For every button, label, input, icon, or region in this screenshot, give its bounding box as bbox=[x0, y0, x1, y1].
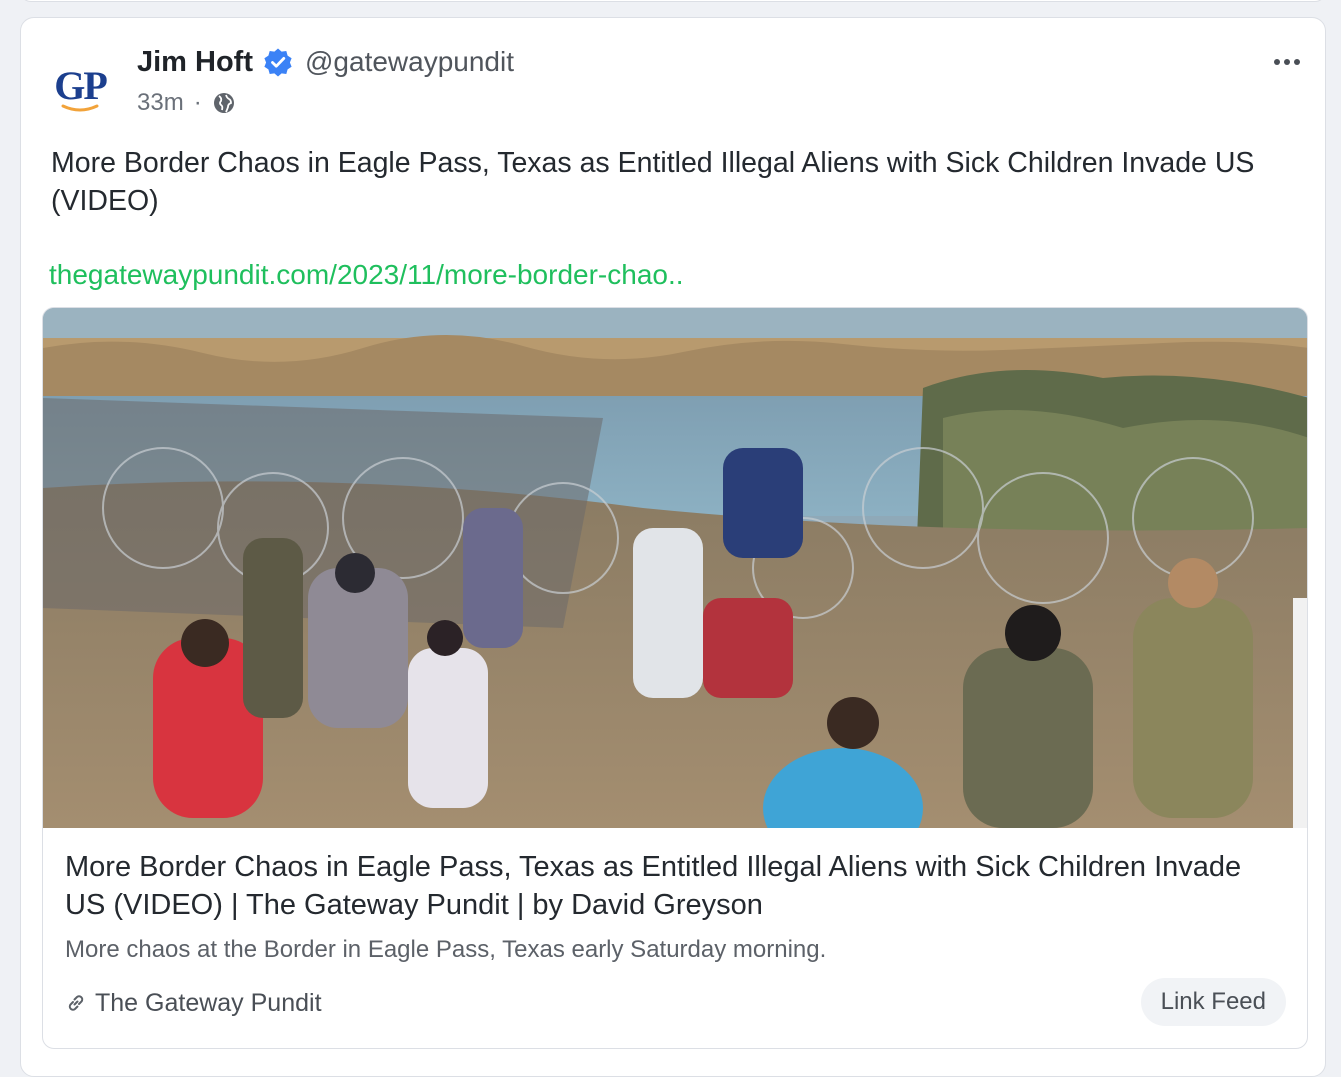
link-card-title[interactable]: More Border Chaos in Eagle Pass, Texas a… bbox=[65, 848, 1285, 924]
verified-badge-icon bbox=[263, 47, 293, 77]
post-link[interactable]: thegatewaypundit.com/2023/11/more-border… bbox=[49, 259, 684, 291]
post-card: GP Jim Hoft @gatewaypundit 33m · More Bo… bbox=[20, 17, 1326, 1077]
previous-post-card bbox=[20, 0, 1326, 2]
link-feed-button[interactable]: Link Feed bbox=[1140, 978, 1286, 1026]
meta-separator: · bbox=[193, 89, 202, 116]
more-dot bbox=[1284, 59, 1290, 65]
avatar[interactable]: GP bbox=[47, 56, 113, 122]
author-handle[interactable]: @gatewaypundit bbox=[305, 46, 514, 78]
link-card-description: More chaos at the Border in Eagle Pass, … bbox=[65, 936, 827, 963]
avatar-swoosh-icon bbox=[61, 104, 99, 112]
link-card-source: The Gateway Pundit bbox=[65, 988, 322, 1018]
author-name[interactable]: Jim Hoft bbox=[137, 46, 253, 79]
post-timestamp[interactable]: 33m bbox=[137, 89, 184, 117]
post-meta: 33m · bbox=[137, 88, 236, 118]
more-dot bbox=[1274, 59, 1280, 65]
avatar-logo-text: GP bbox=[54, 63, 108, 108]
more-options-icon[interactable] bbox=[1267, 50, 1307, 74]
link-card-source-name: The Gateway Pundit bbox=[95, 988, 322, 1017]
link-preview-card[interactable]: More Border Chaos in Eagle Pass, Texas a… bbox=[42, 307, 1308, 1049]
post-text: More Border Chaos in Eagle Pass, Texas a… bbox=[51, 147, 1255, 217]
globe-icon bbox=[212, 91, 236, 115]
more-dot bbox=[1294, 59, 1300, 65]
chain-link-icon bbox=[65, 992, 87, 1014]
link-preview-image bbox=[43, 308, 1307, 828]
author-row: Jim Hoft @gatewaypundit bbox=[137, 42, 514, 82]
